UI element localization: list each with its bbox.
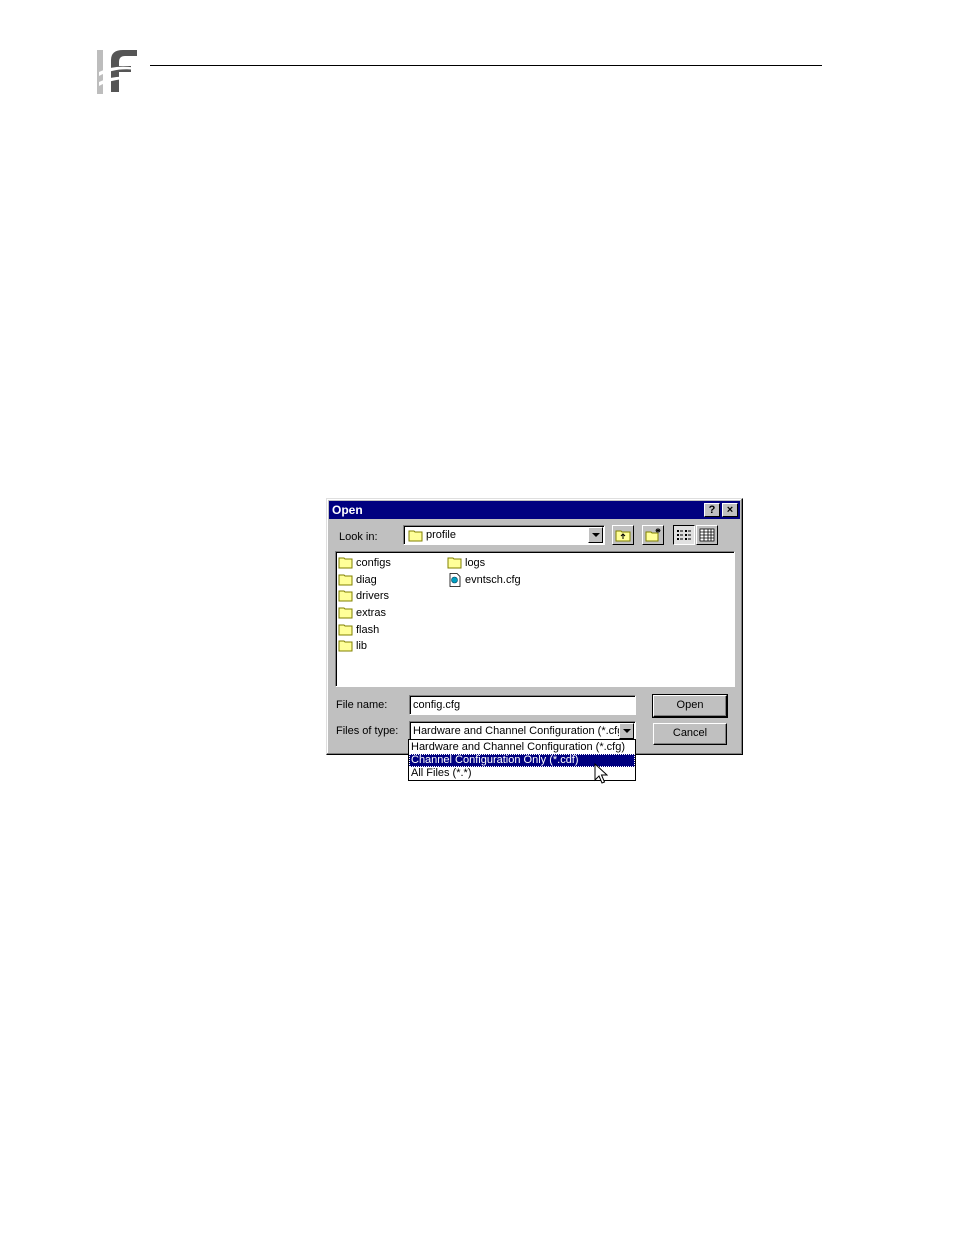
folder-icon bbox=[447, 557, 462, 569]
files-of-type-value: Hardware and Channel Configuration (*.cf… bbox=[413, 725, 628, 737]
config-file-icon bbox=[449, 573, 461, 587]
files-of-type-dropdown-button[interactable] bbox=[619, 723, 634, 739]
create-new-folder-button[interactable] bbox=[642, 525, 664, 545]
open-dialog: Open ? × Look in: profile configs diag d… bbox=[326, 498, 743, 755]
folder-icon bbox=[338, 557, 353, 569]
open-button[interactable]: Open bbox=[652, 694, 728, 718]
folder-icon bbox=[338, 590, 353, 602]
folder-icon bbox=[408, 530, 423, 542]
files-of-type-label: Files of type: bbox=[336, 725, 399, 737]
file-name-input[interactable]: config.cfg bbox=[409, 695, 636, 715]
dialog-title: Open bbox=[332, 503, 363, 517]
mouse-pointer-icon bbox=[594, 763, 608, 784]
list-view-icon bbox=[677, 530, 691, 540]
folder-icon bbox=[338, 574, 353, 586]
title-bar[interactable]: Open ? × bbox=[329, 501, 740, 519]
file-list[interactable]: configs diag drivers extras flash lib lo… bbox=[335, 551, 735, 687]
folder-icon bbox=[338, 624, 353, 636]
file-name-label: File name: bbox=[336, 699, 388, 711]
header-rule bbox=[150, 65, 822, 66]
files-of-type-select[interactable]: Hardware and Channel Configuration (*.cf… bbox=[409, 721, 636, 741]
folder-icon bbox=[338, 640, 353, 652]
up-folder-icon bbox=[615, 530, 631, 542]
cancel-button[interactable]: Cancel bbox=[653, 723, 727, 745]
look-in-select[interactable]: profile bbox=[403, 525, 605, 545]
look-in-value: profile bbox=[426, 529, 456, 541]
folder-icon bbox=[338, 607, 353, 619]
details-view-button[interactable] bbox=[696, 525, 718, 545]
help-button[interactable]: ? bbox=[704, 503, 720, 517]
close-button[interactable]: × bbox=[722, 503, 738, 517]
look-in-dropdown-button[interactable] bbox=[588, 527, 603, 543]
new-folder-icon bbox=[645, 528, 661, 542]
look-in-label: Look in: bbox=[339, 531, 378, 543]
details-view-icon bbox=[699, 528, 715, 542]
type-option[interactable]: Hardware and Channel Configuration (*.cf… bbox=[409, 741, 635, 754]
file-name-value: config.cfg bbox=[413, 699, 461, 711]
company-logo-icon bbox=[97, 42, 139, 94]
up-one-level-button[interactable] bbox=[612, 525, 634, 545]
list-view-button[interactable] bbox=[673, 525, 695, 545]
